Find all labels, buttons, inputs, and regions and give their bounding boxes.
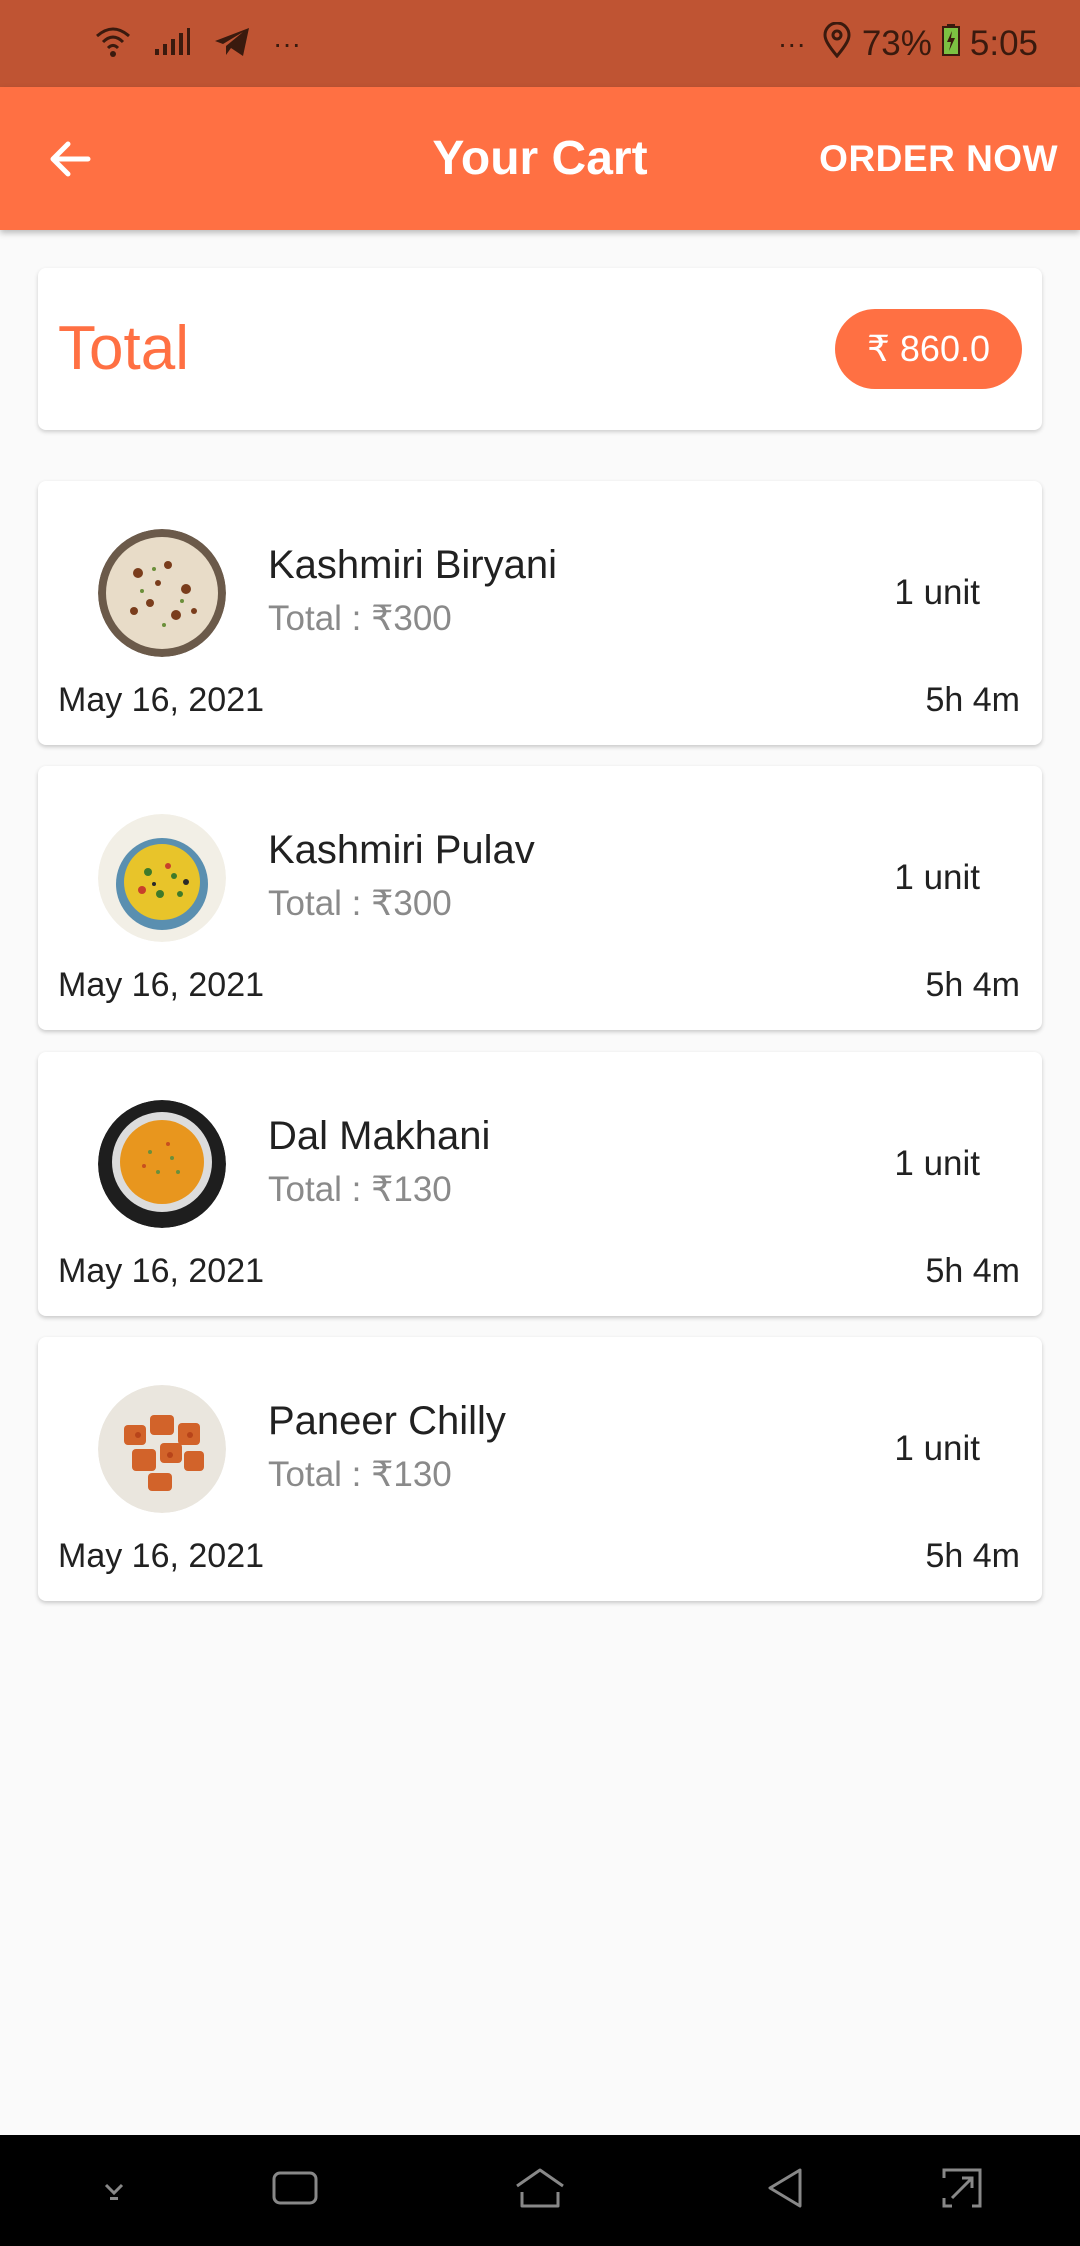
food-thumbnail-paneer <box>98 1385 226 1513</box>
item-time-ago: 5h 4m <box>925 1252 1021 1290</box>
total-amount-chip: ₹ 860.0 <box>835 309 1022 389</box>
total-card: Total ₹ 860.0 <box>38 268 1042 430</box>
hide-keyboard-button[interactable] <box>64 2135 164 2246</box>
cart-item-card[interactable]: Paneer Chilly Total : ₹130 1 unit May 16… <box>38 1337 1042 1601</box>
item-total: Total : ₹130 <box>268 1455 452 1494</box>
cart-item-card[interactable]: Dal Makhani Total : ₹130 1 unit May 16, … <box>38 1052 1042 1316</box>
status-right: ··· 73% 5:05 <box>778 20 1038 68</box>
battery-charging-icon <box>941 23 960 65</box>
wifi-icon <box>95 24 131 65</box>
status-bar: ··· ··· 73% 5:05 <box>0 0 1080 87</box>
total-label: Total <box>58 314 189 383</box>
home-button[interactable] <box>490 2135 590 2246</box>
item-time-ago: 5h 4m <box>925 966 1021 1004</box>
item-total: Total : ₹130 <box>268 1170 452 1209</box>
item-name: Paneer Chilly <box>268 1399 506 1443</box>
food-thumbnail-dal <box>98 1100 226 1228</box>
back-icon <box>764 2166 808 2215</box>
recent-apps-icon <box>271 2168 319 2213</box>
clock: 5:05 <box>969 24 1038 63</box>
item-date: May 16, 2021 <box>58 1252 265 1290</box>
cart-item-card[interactable]: Kashmiri Biryani Total : ₹300 1 unit May… <box>38 481 1042 745</box>
item-date: May 16, 2021 <box>58 1537 265 1575</box>
rotate-icon <box>938 2164 986 2217</box>
item-total: Total : ₹300 <box>268 599 452 638</box>
item-total: Total : ₹300 <box>268 884 452 923</box>
item-name: Dal Makhani <box>268 1114 491 1158</box>
location-icon <box>822 21 852 67</box>
order-now-button[interactable]: ORDER NOW <box>819 127 1058 191</box>
hide-keyboard-icon <box>94 2173 134 2208</box>
recent-apps-button[interactable] <box>245 2135 345 2246</box>
cart-item-card[interactable]: Kashmiri Pulav Total : ₹300 1 unit May 1… <box>38 766 1042 1030</box>
status-more-dots: ··· <box>777 28 806 59</box>
status-left-icons: ··· <box>95 20 301 68</box>
battery-percent: 73% <box>861 24 932 63</box>
home-icon <box>514 2166 566 2215</box>
item-name: Kashmiri Biryani <box>268 543 557 587</box>
back-nav-button[interactable] <box>736 2135 836 2246</box>
food-thumbnail-biryani <box>98 529 226 657</box>
item-quantity: 1 unit <box>894 1144 980 1183</box>
item-quantity: 1 unit <box>894 573 980 612</box>
more-notifications-dots: ··· <box>273 28 301 59</box>
app-bar: Your Cart ORDER NOW <box>0 87 1080 230</box>
rotate-button[interactable] <box>912 2135 1012 2246</box>
item-quantity: 1 unit <box>894 1429 980 1468</box>
item-quantity: 1 unit <box>894 858 980 897</box>
system-navigation-bar <box>0 2135 1080 2246</box>
telegram-icon <box>213 26 251 63</box>
food-thumbnail-pulav <box>98 814 226 942</box>
item-name: Kashmiri Pulav <box>268 828 535 872</box>
item-date: May 16, 2021 <box>58 681 265 719</box>
item-date: May 16, 2021 <box>58 966 265 1004</box>
item-time-ago: 5h 4m <box>925 681 1021 719</box>
signal-icon <box>153 27 191 62</box>
item-time-ago: 5h 4m <box>925 1537 1021 1575</box>
